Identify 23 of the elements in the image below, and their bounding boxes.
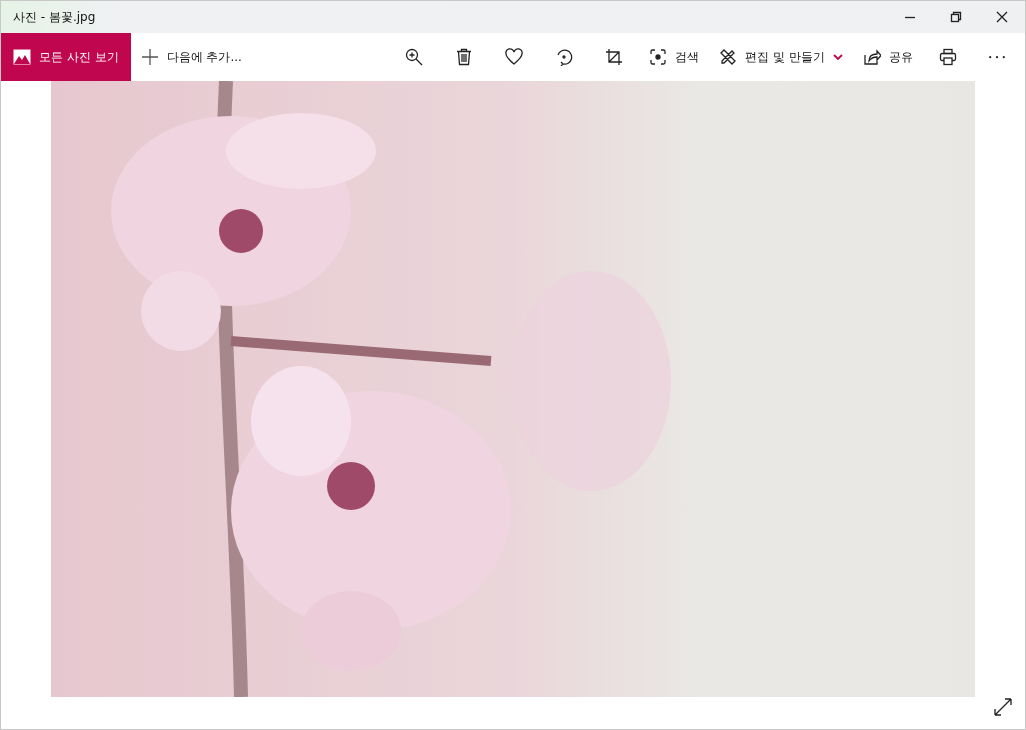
close-icon bbox=[996, 11, 1008, 23]
zoom-in-icon bbox=[405, 48, 424, 66]
focus-icon bbox=[649, 48, 668, 66]
share-icon bbox=[863, 48, 881, 66]
chevron-down-icon bbox=[833, 53, 843, 61]
fullscreen-button[interactable] bbox=[993, 697, 1013, 717]
plus-icon bbox=[140, 48, 159, 66]
trash-icon bbox=[455, 48, 474, 66]
edit-create-button[interactable]: 편집 및 만들기 bbox=[709, 33, 853, 81]
share-button[interactable]: 공유 bbox=[853, 33, 923, 81]
add-to-button[interactable]: 다음에 추가... bbox=[130, 33, 252, 81]
more-icon bbox=[989, 55, 1005, 59]
crop-icon bbox=[605, 48, 624, 66]
restore-icon bbox=[950, 11, 962, 23]
pencil-ruler-icon bbox=[719, 48, 738, 66]
rotate-icon bbox=[555, 48, 574, 66]
mountain-picture-icon bbox=[13, 49, 31, 65]
diagonal-arrow-icon bbox=[993, 697, 1013, 717]
all-photos-button[interactable]: 모든 사진 보기 bbox=[1, 33, 131, 81]
heart-icon bbox=[505, 48, 524, 66]
window-title: 사진 - 봄꽃.jpg bbox=[12, 8, 97, 26]
search-button[interactable]: 검색 bbox=[639, 33, 710, 81]
printer-icon bbox=[939, 48, 957, 66]
